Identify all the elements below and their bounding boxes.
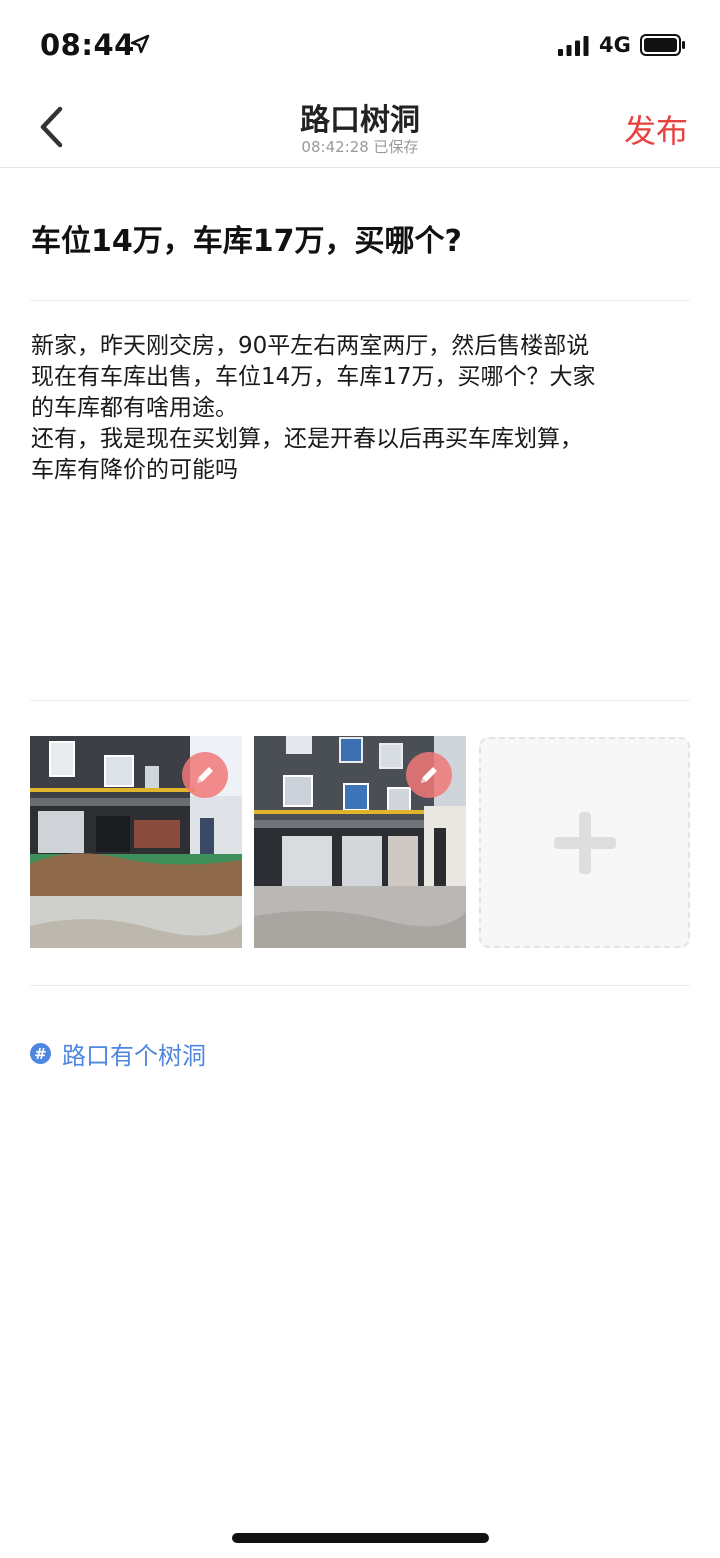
topic-tag[interactable]: # 路口有个树洞 <box>30 1036 206 1071</box>
post-title-input[interactable]: 车位14万，车库17万，买哪个? <box>31 216 462 260</box>
body-line: 车库有降价的可能吗 <box>31 457 238 483</box>
publish-button[interactable]: 发布 <box>624 106 688 152</box>
body-line: 现在有车库出售，车位14万，车库17万，买哪个？大家 <box>31 364 596 390</box>
post-body-input[interactable]: 新家，昨天刚交房，90平左右两室两厅，然后售楼部说 现在有车库出售，车位14万，… <box>31 331 691 486</box>
plus-icon <box>553 811 616 874</box>
body-line: 新家，昨天刚交房，90平左右两室两厅，然后售楼部说 <box>31 333 590 359</box>
page-title: 路口树洞 <box>300 103 420 138</box>
divider <box>30 985 690 986</box>
divider <box>30 700 690 701</box>
body-line: 的车库都有啥用途。 <box>31 395 238 421</box>
status-time: 08:44 <box>40 28 135 62</box>
save-status: 08:42:28 已保存 <box>301 138 419 156</box>
home-indicator[interactable] <box>232 1533 489 1543</box>
status-bar: 08:44 4G <box>0 0 720 90</box>
network-type: 4G <box>599 33 631 57</box>
battery-icon <box>640 34 685 56</box>
location-arrow-icon <box>130 34 150 54</box>
photo-thumbnail[interactable] <box>30 736 242 948</box>
topic-label: 路口有个树洞 <box>62 1042 206 1070</box>
signal-bars-icon <box>558 36 589 56</box>
nav-bar: 路口树洞 08:42:28 已保存 发布 <box>0 90 720 168</box>
edit-photo-button[interactable] <box>182 752 228 798</box>
pencil-icon <box>197 767 213 783</box>
pencil-icon <box>421 767 437 783</box>
edit-photo-button[interactable] <box>406 752 452 798</box>
hashtag-icon: # <box>30 1043 51 1064</box>
divider <box>30 300 690 301</box>
photo-thumbnail[interactable] <box>254 736 466 948</box>
add-photo-button[interactable] <box>479 737 690 948</box>
body-line: 还有，我是现在买划算，还是开春以后再买车库划算， <box>31 426 583 452</box>
